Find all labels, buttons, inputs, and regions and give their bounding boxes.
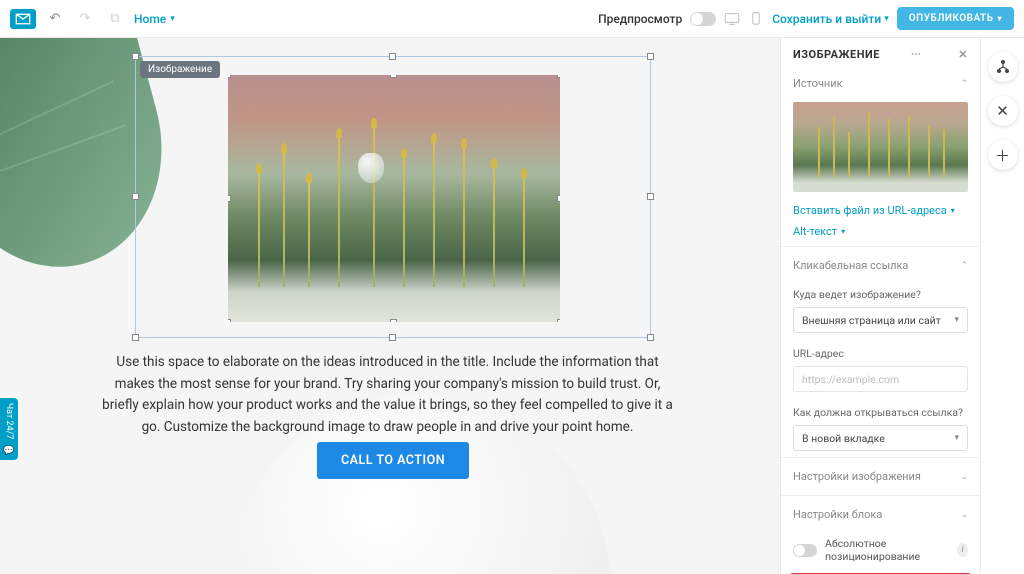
url-input[interactable]: https://example.com [793, 366, 968, 392]
where-label: Куда ведет изображение? [781, 280, 980, 305]
resize-handle[interactable] [389, 334, 396, 341]
open-select[interactable]: В новой вкладке▾ [793, 425, 968, 451]
image-content[interactable] [228, 75, 560, 322]
panel-header: ИЗОБРАЖЕНИЕ ⋯ ✕ [781, 38, 980, 69]
copy-icon[interactable]: ⧉ [104, 8, 126, 30]
abs-pos-row: Абсолютное позиционирование i [781, 529, 980, 571]
panel-title: ИЗОБРАЖЕНИЕ [793, 48, 880, 61]
mobile-icon[interactable] [748, 12, 764, 26]
open-label: Как должна открываться ссылка? [781, 398, 980, 423]
logo[interactable] [10, 9, 36, 29]
resize-handle[interactable] [557, 195, 560, 202]
resize-handle[interactable] [132, 193, 139, 200]
resize-handle[interactable] [647, 334, 654, 341]
preview-label: Предпросмотр [598, 12, 682, 26]
preview-toggle[interactable] [690, 12, 716, 26]
resize-handle[interactable] [557, 319, 560, 322]
resize-handle[interactable] [228, 319, 231, 322]
section-source[interactable]: Источник⌃ [781, 69, 980, 98]
section-img-settings[interactable]: Настройки изображения⌄ [781, 462, 980, 491]
section-clickable[interactable]: Кликабельная ссылка⌃ [781, 251, 980, 280]
resize-handle[interactable] [389, 53, 396, 60]
image-thumbnail[interactable] [793, 102, 968, 192]
resize-handle[interactable] [228, 75, 231, 78]
resize-handle[interactable] [132, 334, 139, 341]
resize-handle[interactable] [390, 319, 397, 322]
insert-url-link[interactable]: Вставить файл из URL-адреса▾ [781, 200, 980, 221]
abs-pos-toggle[interactable] [793, 544, 817, 557]
alt-text-link[interactable]: Alt-текст▾ [781, 221, 980, 242]
resize-handle[interactable] [647, 193, 654, 200]
resize-handle[interactable] [132, 53, 139, 60]
fab-column: ✕ ＋ [980, 38, 1024, 574]
redo-icon[interactable]: ↷ [74, 8, 96, 30]
body-text[interactable]: Use this space to elaborate on the ideas… [95, 352, 680, 438]
chat-tab[interactable]: Чат 24/7💬 [0, 398, 18, 460]
resize-handle[interactable] [390, 75, 397, 78]
add-fab-icon[interactable]: ＋ [988, 140, 1018, 170]
url-label: URL-адрес [781, 339, 980, 364]
section-block-settings[interactable]: Настройки блока⌄ [781, 500, 980, 529]
dots-icon[interactable]: ⋯ [911, 49, 922, 60]
publish-button[interactable]: ОПУБЛИКОВАТЬ▾ [897, 7, 1014, 30]
selected-image-frame[interactable]: Изображение [135, 56, 651, 338]
element-badge: Изображение [140, 61, 220, 78]
save-exit-link[interactable]: Сохранить и выйти▾ [772, 12, 889, 26]
where-select[interactable]: Внешняя страница или сайт▾ [793, 307, 968, 333]
resize-handle[interactable] [228, 195, 231, 202]
topbar: ↶ ↷ ⧉ Home▾ Предпросмотр Сохранить и вый… [0, 0, 1024, 38]
close-icon[interactable]: ✕ [958, 48, 968, 61]
info-icon[interactable]: i [957, 543, 968, 557]
canvas[interactable]: Изображение [0, 38, 780, 574]
resize-handle[interactable] [557, 75, 560, 78]
close-fab-icon[interactable]: ✕ [988, 96, 1018, 126]
cta-button[interactable]: CALL TO ACTION [317, 442, 469, 479]
water-drop [358, 153, 384, 183]
undo-icon[interactable]: ↶ [44, 8, 66, 30]
home-link[interactable]: Home▾ [134, 12, 175, 26]
resize-handle[interactable] [647, 53, 654, 60]
hierarchy-icon[interactable] [988, 52, 1018, 82]
desktop-icon[interactable] [724, 12, 740, 26]
properties-panel: ИЗОБРАЖЕНИЕ ⋯ ✕ Источник⌃ Вставить файл … [780, 38, 980, 574]
